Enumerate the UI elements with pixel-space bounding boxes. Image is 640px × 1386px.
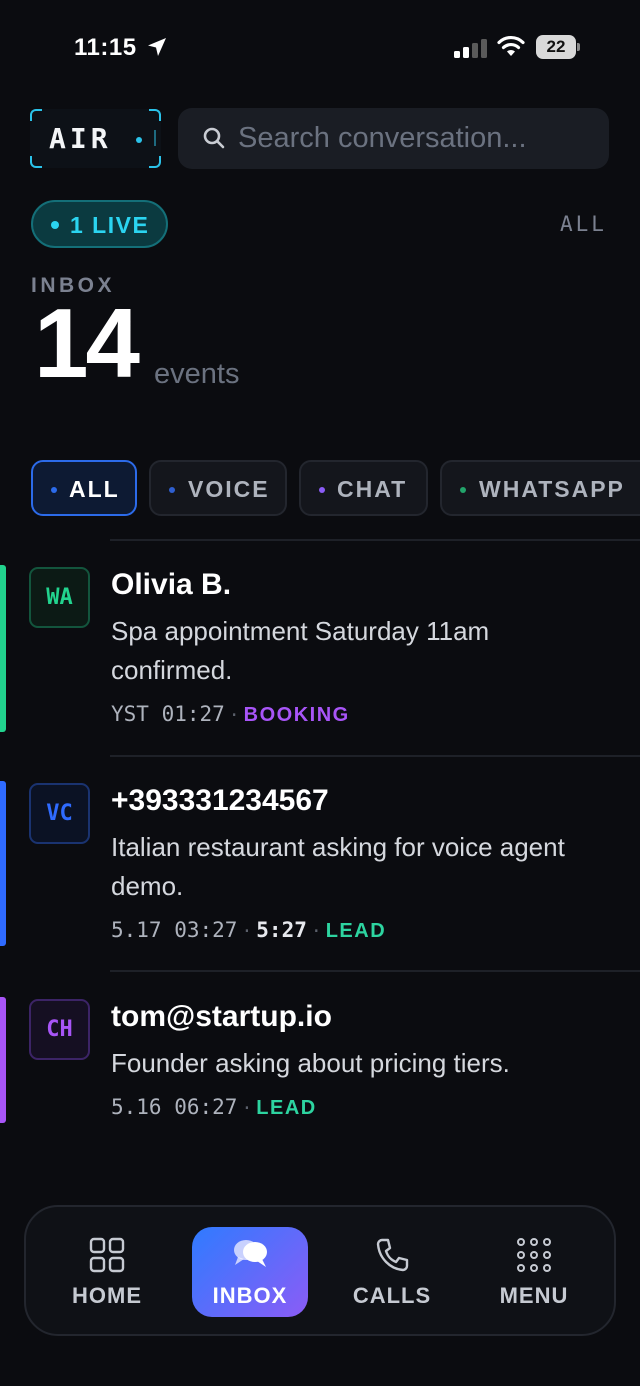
conversation-meta: YST 01:27 · BOOKING [111, 702, 350, 726]
nav-label: MENU [499, 1283, 569, 1308]
list-divider [110, 539, 640, 541]
logo-cursor [154, 130, 156, 146]
contact-name: tom@startup.io [111, 1000, 332, 1033]
message-preview: Spa appointment Saturday 11am confirmed. [111, 616, 490, 685]
filter-label: ALL [69, 476, 120, 502]
message-preview: Founder asking about pricing tiers. [111, 1048, 510, 1078]
list-divider [110, 755, 640, 757]
phone-icon [376, 1238, 409, 1272]
whatsapp-badge: WA [29, 567, 90, 628]
nav-calls[interactable]: CALLS [334, 1227, 450, 1317]
all-link[interactable]: ALL [560, 212, 607, 236]
status-time: 11:15 [74, 34, 137, 61]
battery-level: 22 [546, 37, 566, 56]
nav-home[interactable]: HOME [49, 1227, 165, 1317]
chat-badge: CH [29, 999, 90, 1060]
nav-label: HOME [72, 1283, 142, 1308]
logo-text: AIR [49, 122, 112, 155]
chat-bubbles-icon [234, 1240, 267, 1267]
live-badge[interactable]: 1 LIVE [31, 200, 168, 248]
filter-dot [169, 487, 175, 493]
conversation-tag: LEAD [256, 1097, 317, 1119]
filter-dot [319, 487, 325, 493]
filter-whatsapp[interactable]: WHATSAPP [440, 460, 640, 516]
air-logo[interactable]: AIR [30, 109, 161, 168]
nav-label: INBOX [212, 1283, 288, 1308]
filter-dot [51, 487, 57, 493]
conversation-time: 5.16 06:27 [111, 1095, 238, 1119]
conversation-row[interactable]: CH tom@startup.io Founder asking about p… [0, 997, 640, 1127]
conversation-row[interactable]: VC +393331234567 Italian restaurant aski… [0, 781, 640, 951]
conversation-tag: LEAD [325, 920, 387, 942]
call-duration: 5:27 [256, 918, 307, 942]
message-preview: Italian restaurant asking for voice agen… [111, 832, 565, 901]
inbox-unit: events [154, 358, 240, 390]
live-badge-label: 1 LIVE [70, 212, 150, 238]
nav-menu[interactable]: MENU [476, 1227, 592, 1317]
search-input[interactable] [238, 108, 598, 169]
contact-name: +393331234567 [111, 784, 329, 817]
status-bar: 11:15 22 [0, 0, 640, 96]
channel-accent-bar [0, 565, 6, 732]
filter-dot [460, 487, 466, 493]
grid-icon [89, 1237, 125, 1273]
battery-icon: 22 [536, 35, 580, 59]
filter-label: CHAT [337, 476, 408, 502]
filter-all[interactable]: ALL [31, 460, 137, 516]
nav-inbox[interactable]: INBOX [192, 1227, 308, 1317]
wifi-icon [497, 35, 525, 56]
conversation-meta: 5.17 03:27 · 5:27 · LEAD [111, 918, 387, 942]
signal-icon [454, 39, 487, 58]
filter-label: VOICE [188, 476, 270, 502]
conversation-tag: BOOKING [243, 704, 350, 726]
nav-label: CALLS [352, 1283, 432, 1308]
channel-accent-bar [0, 781, 6, 946]
channel-accent-bar [0, 997, 6, 1123]
conversation-meta: 5.16 06:27 · LEAD [111, 1095, 317, 1119]
filter-label: WHATSAPP [479, 476, 625, 502]
dots-grid-icon [517, 1238, 551, 1272]
contact-name: Olivia B. [111, 568, 232, 601]
search-icon [203, 127, 225, 149]
conversation-row[interactable]: WA Olivia B. Spa appointment Saturday 11… [0, 565, 640, 735]
conversation-time: 5.17 03:27 [111, 918, 238, 942]
filter-voice[interactable]: VOICE [149, 460, 287, 516]
logo-dot [136, 137, 142, 143]
inbox-count: 14 [34, 288, 140, 398]
conversation-time: YST 01:27 [111, 702, 225, 726]
search-bar[interactable] [178, 108, 609, 169]
voice-badge: VC [29, 783, 90, 844]
live-dot [51, 221, 59, 229]
bottom-nav: HOME INBOX CALLS MENU [24, 1205, 616, 1336]
filter-chat[interactable]: CHAT [299, 460, 428, 516]
list-divider [110, 970, 640, 972]
location-arrow-icon [148, 38, 166, 56]
